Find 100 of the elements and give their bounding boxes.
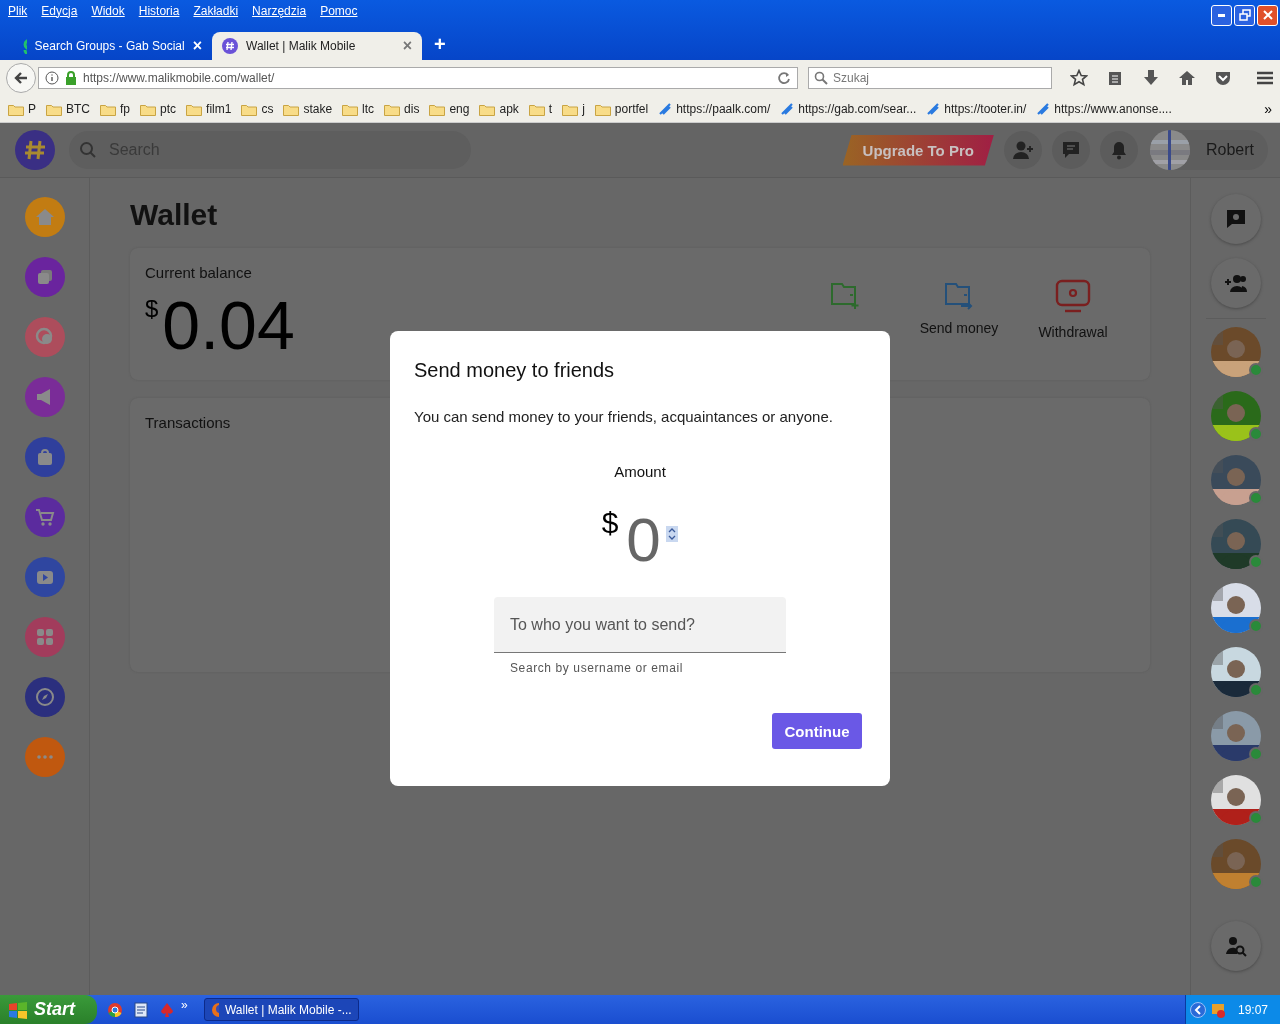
folder-icon <box>594 102 611 116</box>
menu-item[interactable]: Edycja <box>41 4 86 18</box>
menu-item[interactable]: Zakładki <box>193 4 247 18</box>
bookmark[interactable]: BTC <box>46 102 90 116</box>
address-bar[interactable]: https://www.malikmobile.com/wallet/ <box>38 67 798 89</box>
section-title: Transactions <box>145 414 231 431</box>
dialog-text: You can send money to your friends, acquaintances or anyone. <box>414 408 834 425</box>
overflow-button[interactable]: » <box>1264 101 1272 117</box>
chevron-icon[interactable] <box>1189 1001 1206 1018</box>
find-people-button[interactable] <box>1210 921 1261 971</box>
continue-button[interactable]: Continue <box>772 713 862 749</box>
chrome-icon[interactable] <box>107 1001 123 1018</box>
new-tab-button[interactable]: + <box>434 33 446 56</box>
spinner-icon[interactable] <box>666 526 679 542</box>
document-icon[interactable] <box>133 1001 149 1018</box>
back-button[interactable] <box>6 63 36 93</box>
bookmark[interactable]: ptc <box>140 102 177 116</box>
bookmark[interactable]: film1 <box>186 102 232 116</box>
taskbar-window-button[interactable]: Wallet | Malik Mobile -... <box>203 998 359 1021</box>
bookmark[interactable]: https://www.anonse.... <box>1036 102 1172 116</box>
bookmark[interactable]: cs <box>241 102 274 116</box>
link-favicon-icon <box>926 102 941 116</box>
menu-icon[interactable] <box>1256 69 1274 87</box>
nav-button[interactable] <box>24 437 65 477</box>
overflow-button[interactable]: » <box>181 997 188 1012</box>
upgrade-button[interactable]: Upgrade To Pro <box>842 134 994 166</box>
folder-icon <box>528 102 545 116</box>
search-icon <box>814 71 828 85</box>
bookmark[interactable]: https://gab.com/sear... <box>780 102 917 116</box>
bookmark[interactable]: apk <box>479 102 519 116</box>
menu-item[interactable]: Historia <box>138 4 188 18</box>
message-icon <box>1060 140 1081 160</box>
contact-avatar[interactable] <box>1210 775 1261 825</box>
folder-icon <box>100 102 116 116</box>
currency-symbol: $ <box>601 506 619 540</box>
hash-logo-icon <box>222 38 238 54</box>
start-button[interactable]: Start <box>0 995 97 1024</box>
restore-button[interactable] <box>1234 4 1255 26</box>
menu-item[interactable]: Plik <box>8 4 36 18</box>
minimize-button[interactable] <box>1211 4 1232 26</box>
chat-settings-button[interactable] <box>1210 194 1261 244</box>
folder-icon <box>8 102 24 116</box>
bookmark[interactable]: dis <box>384 102 420 116</box>
nav-button[interactable] <box>24 617 65 657</box>
bookmark[interactable]: ltc <box>342 102 375 116</box>
search-icon <box>79 141 97 159</box>
notifications-button[interactable] <box>1099 131 1138 169</box>
person-search-icon <box>1224 935 1247 957</box>
bookmark[interactable]: j <box>562 102 585 116</box>
add-group-button[interactable] <box>1210 258 1261 308</box>
search-field[interactable]: Szukaj <box>808 67 1052 89</box>
tab-close-button[interactable]: × <box>192 37 202 55</box>
hash-logo-icon[interactable] <box>15 130 55 170</box>
nav-button[interactable] <box>24 677 65 717</box>
bookmark[interactable]: https://tooter.in/ <box>926 102 1027 116</box>
bookmark[interactable]: portfel <box>594 102 649 116</box>
download-icon[interactable] <box>1142 69 1160 87</box>
bookmark[interactable]: fp <box>100 102 131 116</box>
menu-item[interactable]: Pomoc <box>320 4 366 18</box>
nav-button[interactable] <box>24 257 65 297</box>
bookmark[interactable]: stake <box>283 102 333 116</box>
reload-icon[interactable] <box>777 71 791 85</box>
nav-button[interactable] <box>24 557 65 597</box>
balance-amount: 0.04 <box>162 291 295 359</box>
bookmark[interactable]: eng <box>429 102 470 116</box>
tab-close-button[interactable]: × <box>402 37 412 55</box>
lock-icon <box>65 71 77 85</box>
close-button[interactable] <box>1257 4 1278 26</box>
add-friend-button[interactable] <box>1003 131 1042 169</box>
folder-icon <box>140 102 157 116</box>
folder-icon <box>479 102 496 116</box>
recipient-field[interactable]: To who you want to send? <box>494 597 786 653</box>
menu-item[interactable]: Widok <box>91 4 133 18</box>
folder-icon <box>429 102 446 116</box>
restore-icon <box>1238 9 1251 21</box>
wallet-action[interactable]: Send money <box>915 278 1003 380</box>
home-icon[interactable] <box>1178 69 1196 87</box>
chat-gear-icon <box>1224 208 1247 230</box>
home-icon <box>34 207 55 227</box>
clipboard-icon[interactable] <box>1106 69 1124 87</box>
wallet-action[interactable]: Withdrawal <box>1029 278 1117 380</box>
nav-button[interactable] <box>24 377 65 417</box>
info-icon <box>45 71 59 85</box>
helper-text: Search by username or email <box>510 661 684 675</box>
grid-icon <box>34 627 55 647</box>
folder-icon <box>384 102 401 116</box>
messages-button[interactable] <box>1051 131 1090 169</box>
browser-tab[interactable]: Search Groups - Gab Social × <box>12 32 212 60</box>
bookmark[interactable]: P <box>8 102 36 116</box>
star-icon[interactable] <box>1070 69 1088 87</box>
contact-avatar[interactable] <box>1210 647 1261 697</box>
bookmark[interactable]: https://paalk.com/ <box>658 102 771 116</box>
browser-tab[interactable]: Wallet | Malik Mobile × <box>212 32 422 60</box>
more-icon <box>36 755 53 759</box>
nav-button[interactable] <box>24 497 65 537</box>
bookmark[interactable]: t <box>528 102 553 116</box>
back-arrow-icon <box>13 70 29 86</box>
pocket-icon[interactable] <box>1214 69 1232 87</box>
menu-item[interactable]: Narzędzia <box>252 4 315 18</box>
folder-icon <box>342 102 359 116</box>
